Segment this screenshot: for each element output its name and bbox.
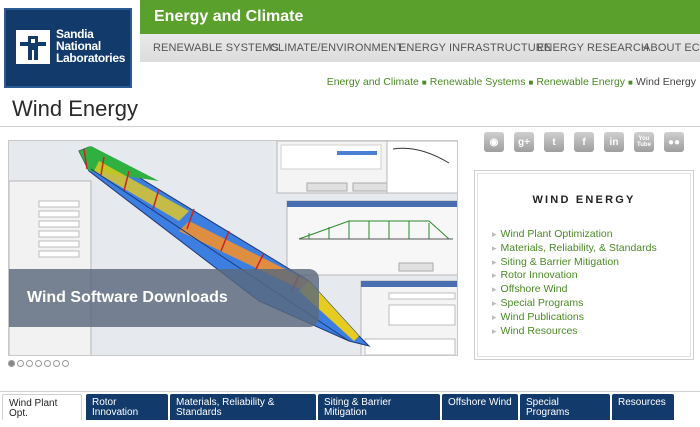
slideshow[interactable]: Wind Software Downloads [8, 140, 458, 356]
menu-link[interactable]: Offshore Wind [492, 283, 657, 297]
menu-link[interactable]: Wind Plant Optimization [492, 228, 657, 242]
logo-wordmark: Sandia National Laboratories [56, 28, 125, 64]
slideshow-dot[interactable] [17, 360, 24, 367]
menu-link[interactable]: Wind Resources [492, 325, 657, 339]
twitter-icon[interactable]: t [544, 132, 564, 152]
slideshow-pagination [8, 360, 69, 367]
slide-caption-text[interactable]: Wind Software Downloads [27, 289, 228, 307]
linkedin-icon[interactable]: in [604, 132, 624, 152]
logo-box: Sandia National Laboratories [4, 8, 132, 88]
breadcrumb-link[interactable]: Renewable Energy [536, 76, 625, 88]
menu-link[interactable]: Materials, Reliability, & Standards [492, 242, 657, 256]
wind-energy-menu: WIND ENERGY Wind Plant OptimizationMater… [474, 170, 694, 360]
menu-title: WIND ENERGY [532, 194, 636, 206]
slide-caption[interactable]: Wind Software Downloads [9, 269, 319, 327]
tab[interactable]: Offshore Wind [442, 394, 518, 420]
section-banner: Energy and Climate [140, 0, 700, 34]
tab[interactable]: Special Programs [520, 394, 610, 420]
slideshow-dot[interactable] [62, 360, 69, 367]
social-links: ◉ g+ t f in You Tube ●● [484, 132, 684, 152]
google-plus-icon[interactable]: g+ [514, 132, 534, 152]
slideshow-dot[interactable] [53, 360, 60, 367]
breadcrumb-link[interactable]: Energy and Climate [327, 76, 419, 88]
main-nav: RENEWABLE SYSTEMS CLIMATE/ENVIRONMENT EN… [140, 34, 700, 62]
nav-about-ec[interactable]: ABOUT EC [643, 42, 700, 54]
nav-energy-research[interactable]: ENERGY RESEARCH [537, 42, 649, 54]
breadcrumb-current: Wind Energy [635, 76, 696, 88]
slideshow-dot[interactable] [26, 360, 33, 367]
breadcrumb-separator: ■ [628, 78, 633, 87]
slideshow-dot[interactable] [35, 360, 42, 367]
menu-list: Wind Plant OptimizationMaterials, Reliab… [492, 228, 657, 338]
nav-energy-infrastructure[interactable]: ENERGY INFRASTRUCTURE [399, 42, 551, 54]
facebook-icon[interactable]: f [574, 132, 594, 152]
tab-bar: Wind Plant Opt. Rotor Innovation Materials… [0, 391, 700, 427]
menu-link[interactable]: Special Programs [492, 297, 657, 311]
tab[interactable]: Materials, Reliability & Standards [170, 394, 316, 420]
slideshow-dot[interactable] [8, 360, 15, 367]
breadcrumb-link[interactable]: Renewable Systems [430, 76, 526, 88]
menu-link[interactable]: Wind Publications [492, 311, 657, 325]
nav-renewable-systems[interactable]: RENEWABLE SYSTEMS [153, 42, 279, 54]
divider [0, 126, 700, 127]
tab[interactable]: Resources [612, 394, 674, 420]
slideshow-dot[interactable] [44, 360, 51, 367]
breadcrumb-separator: ■ [421, 78, 427, 87]
menu-link[interactable]: Siting & Barrier Mitigation [492, 256, 657, 270]
section-title[interactable]: Energy and Climate [154, 8, 303, 26]
youtube-icon[interactable]: You Tube [634, 132, 654, 152]
sandia-logo[interactable]: Sandia National Laboratories [0, 0, 136, 88]
flickr-icon[interactable]: ●● [664, 132, 684, 152]
menu-link[interactable]: Rotor Innovation [492, 269, 657, 283]
nav-climate-environment[interactable]: CLIMATE/ENVIRONMENT [270, 42, 403, 54]
thunderbird-icon [16, 30, 50, 64]
rss-icon[interactable]: ◉ [484, 132, 504, 152]
tab[interactable]: Siting & Barrier Mitigation [318, 394, 440, 420]
logo-line: Laboratories [56, 51, 126, 65]
breadcrumb: Energy and Climate ■ Renewable Systems ■ Ren… [327, 76, 696, 88]
tab[interactable]: Wind Plant Opt. [2, 394, 82, 420]
breadcrumb-separator: ■ [528, 78, 534, 87]
menu-inner: WIND ENERGY Wind Plant OptimizationMater… [477, 173, 691, 357]
tab[interactable]: Rotor Innovation [86, 394, 168, 420]
page-title: Wind Energy [12, 96, 138, 121]
